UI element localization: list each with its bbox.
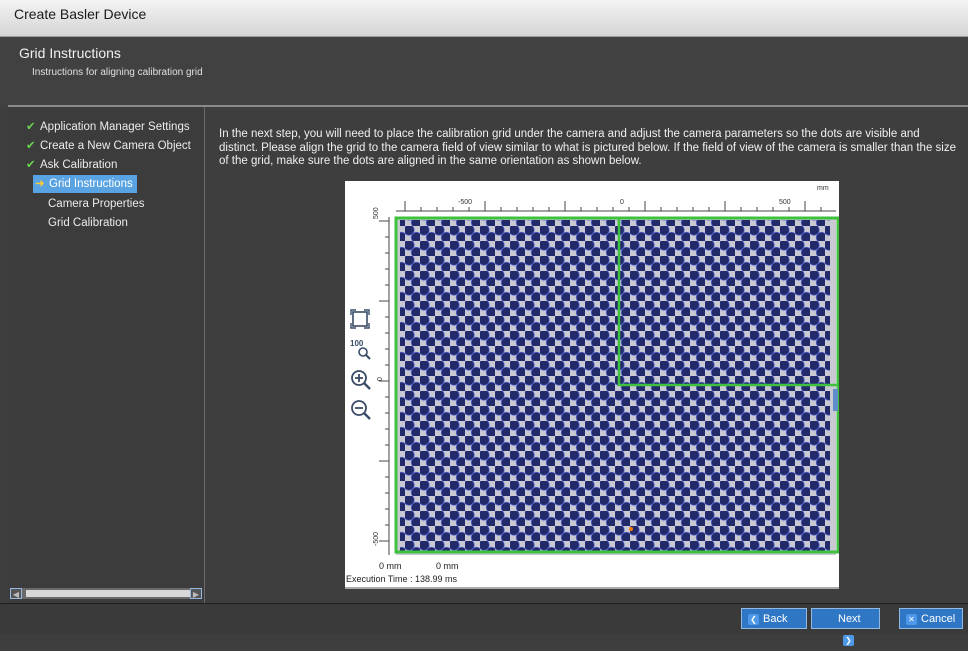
cursor-x-readout: 0 mm: [379, 561, 402, 571]
step-camera-properties[interactable]: Camera Properties: [48, 195, 145, 213]
step-application-manager-settings[interactable]: ✔ Application Manager Settings: [26, 118, 190, 136]
x-tick-label: -500: [458, 199, 473, 206]
y-tick-label: -500: [373, 531, 380, 546]
zoom-in-icon[interactable]: [350, 369, 372, 391]
wizard-header: Grid Instructions Instructions for align…: [0, 37, 968, 107]
step-label: Application Manager Settings: [40, 121, 190, 133]
zoom-100-icon[interactable]: 100: [350, 339, 372, 361]
checkmark-icon: ✔: [26, 140, 36, 152]
step-create-new-camera-object[interactable]: ✔ Create a New Camera Object: [26, 137, 191, 155]
step-label: Grid Calibration: [48, 217, 128, 229]
instructions-text: In the next step, you will need to place…: [219, 128, 956, 167]
zoom-out-icon[interactable]: [350, 399, 372, 421]
origin-marker: [629, 527, 633, 531]
sidebar-horizontal-scrollbar[interactable]: ◀ ▶: [10, 588, 202, 599]
page-title: Grid Instructions: [19, 45, 121, 61]
step-label: Camera Properties: [48, 198, 145, 210]
step-label: Grid Instructions: [49, 178, 133, 190]
cancel-label: Cancel: [921, 613, 956, 625]
next-arrow-icon: ❯: [843, 634, 854, 646]
window-titlebar: Create Basler Device: [0, 0, 968, 37]
back-button[interactable]: ❮ Back: [741, 608, 807, 629]
viewer-toolbar: 100: [350, 309, 372, 421]
checkmark-icon: ✔: [26, 159, 36, 171]
calibration-grid-image: [345, 201, 840, 589]
scroll-left-icon[interactable]: ◀: [10, 588, 22, 599]
back-arrow-icon: ❮: [748, 613, 759, 625]
step-label: Ask Calibration: [40, 159, 118, 171]
step-grid-instructions[interactable]: ➜ Grid Instructions: [33, 175, 137, 193]
x-tick-label: 500: [779, 199, 791, 206]
fit-to-window-icon[interactable]: [350, 309, 370, 329]
cancel-button[interactable]: ✕ Cancel: [899, 608, 963, 629]
x-tick-label: 0: [620, 199, 624, 206]
scroll-right-icon[interactable]: ▶: [190, 588, 202, 599]
next-button[interactable]: Next ❯: [811, 608, 880, 646]
window-title: Create Basler Device: [14, 6, 147, 22]
step-ask-calibration[interactable]: ✔ Ask Calibration: [26, 156, 117, 174]
cancel-x-icon: ✕: [906, 613, 917, 625]
side-marker: [833, 389, 838, 411]
step-grid-calibration[interactable]: Grid Calibration: [48, 214, 128, 232]
current-step-arrow-icon: ➜: [35, 178, 45, 190]
page-subtitle: Instructions for aligning calibration gr…: [32, 67, 203, 78]
checkmark-icon: ✔: [26, 121, 36, 133]
back-label: Back: [763, 613, 788, 625]
step-label: Create a New Camera Object: [40, 140, 191, 152]
cursor-y-readout: 0 mm: [436, 561, 459, 571]
calibration-grid-viewer[interactable]: mm -500 0 500 500 0 -500 100 0 mm 0 mm E…: [345, 181, 840, 589]
next-label: Next: [838, 613, 861, 625]
scrollbar-thumb[interactable]: [26, 590, 194, 597]
y-tick-label: 500: [373, 207, 380, 219]
execution-time: Execution Time : 138.99 ms: [346, 574, 458, 584]
y-tick-label: 0: [377, 377, 384, 381]
axis-unit-label: mm: [817, 185, 829, 192]
